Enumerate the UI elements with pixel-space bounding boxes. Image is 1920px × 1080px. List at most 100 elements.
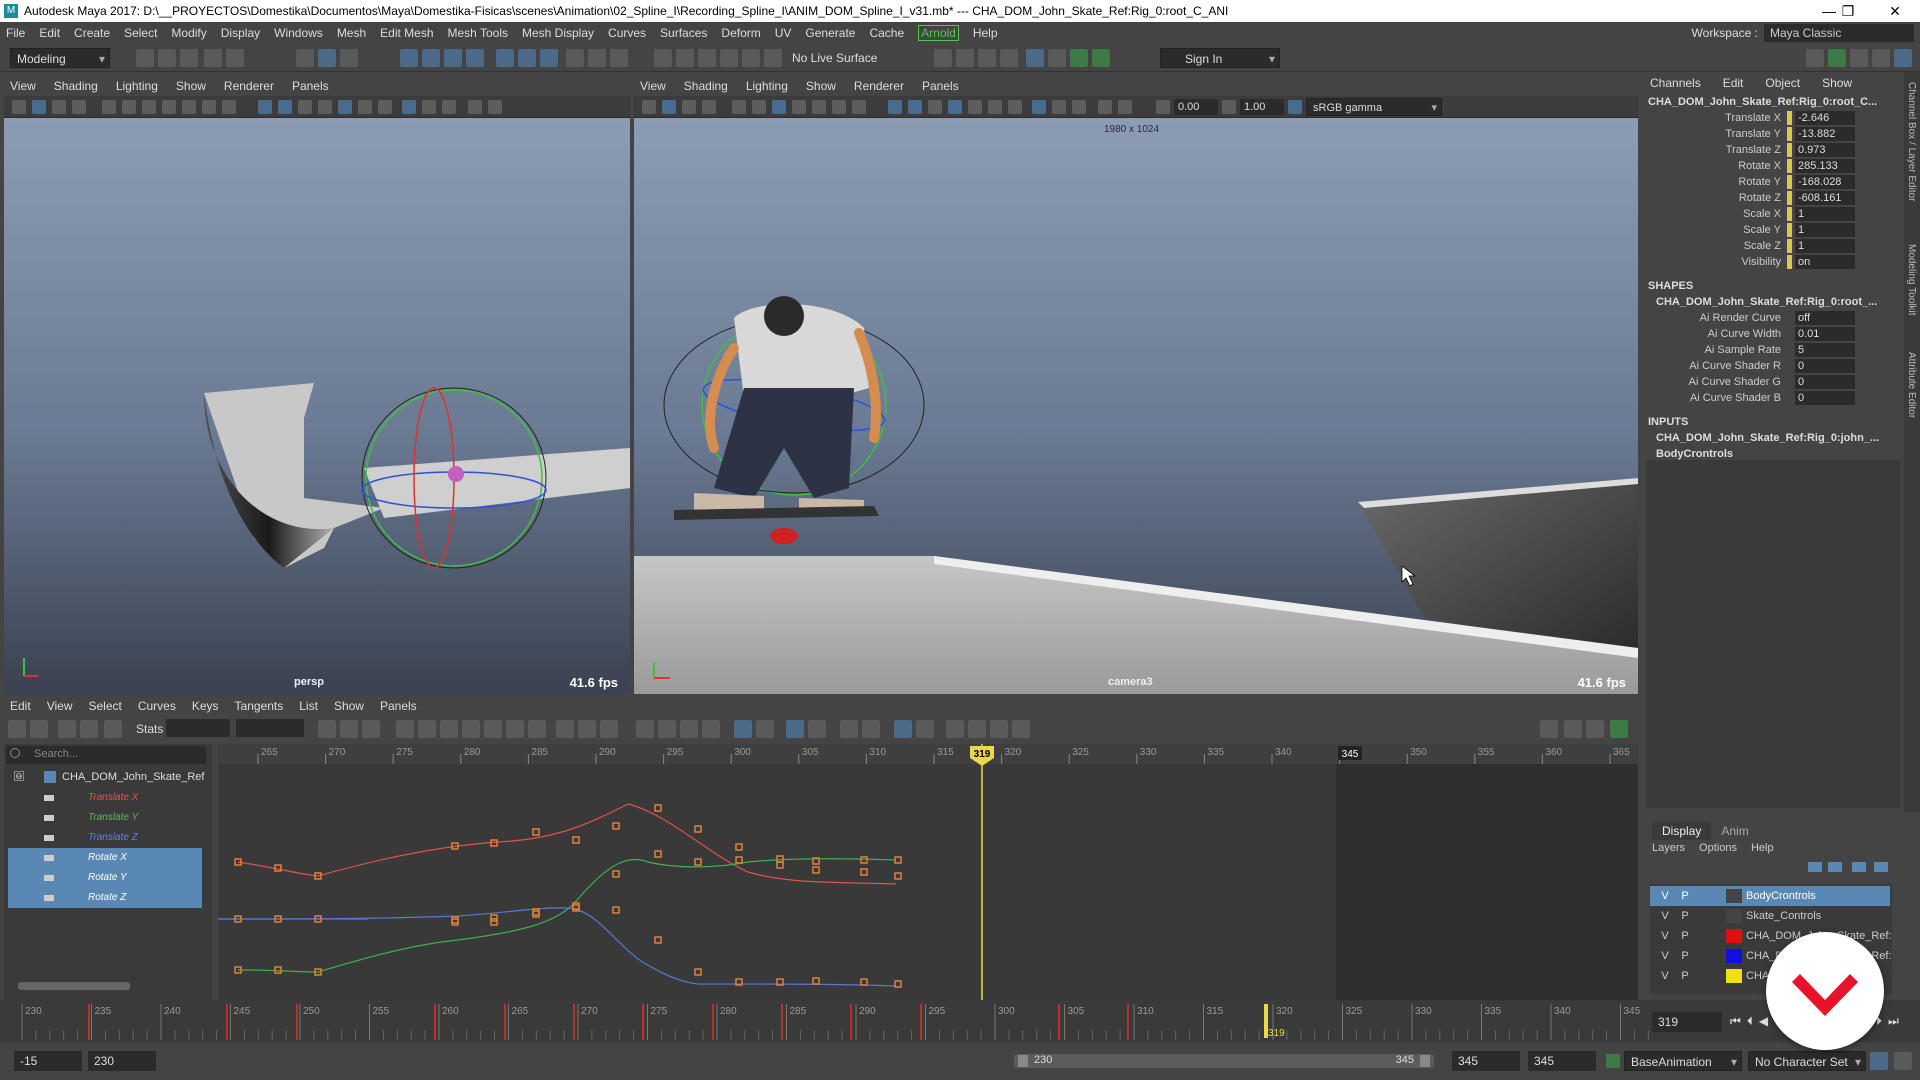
keyframe-point[interactable] [776,855,784,863]
isolate-select-icon[interactable] [1098,100,1112,114]
bookmark-icon[interactable] [52,100,66,114]
new-scene-icon[interactable] [136,49,154,67]
menu-mesh-display[interactable]: Mesh Display [522,26,594,40]
keyframe-point[interactable] [776,861,784,869]
shape-attr-row[interactable]: Ai Curve Width 0.01 [1642,326,1904,342]
paint-select-icon[interactable] [698,49,716,67]
spline-tangent-icon[interactable] [418,720,436,738]
animation-start-field[interactable]: -15 [14,1051,82,1071]
playback-end-field[interactable]: 345 [1452,1051,1520,1071]
vp-menu-lighting[interactable]: Lighting [116,79,158,93]
cb-menu-channels[interactable]: Channels [1650,76,1701,90]
image-plane-icon[interactable] [72,100,86,114]
close-button[interactable]: ✕ [1872,0,1918,22]
pre-infinity-icon[interactable] [702,720,720,738]
auto-load-icon[interactable] [786,720,804,738]
modeling-toolkit-icon[interactable] [1070,49,1088,67]
motion-blur-icon[interactable] [422,100,436,114]
field-chart-icon[interactable] [182,100,196,114]
film-gate-icon[interactable] [122,100,136,114]
range-start-handle[interactable] [1018,1055,1028,1067]
retime-tool-icon[interactable] [104,720,122,738]
vp-menu-panels[interactable]: Panels [922,79,959,93]
ge-menu-view[interactable]: View [47,699,73,713]
keyframe-point[interactable] [532,828,540,836]
vp-menu-view[interactable]: View [640,79,666,93]
ge-menu-list[interactable]: List [299,699,318,713]
sign-in-button[interactable]: Sign In [1160,48,1280,69]
shape-attr-row[interactable]: Ai Render Curve off [1642,310,1904,326]
keyframe-point[interactable] [274,864,282,872]
move-layer-up-icon[interactable] [1808,862,1822,872]
step-next-tangent-icon[interactable] [528,720,546,738]
undo-icon[interactable] [204,49,222,67]
shape-attr-row[interactable]: Ai Curve Shader B0 [1642,390,1904,406]
tab-display[interactable]: Display [1652,822,1712,840]
ge-menu-select[interactable]: Select [88,699,121,713]
keyframe-point[interactable] [654,936,662,944]
smooth-shade-icon[interactable] [908,100,922,114]
select-hierarchy-icon[interactable] [296,49,314,67]
shape-attr-row[interactable]: Ai Sample Rate 5 [1642,342,1904,358]
construction-history-icon[interactable] [566,49,584,67]
motion-blur-icon[interactable] [1052,100,1066,114]
safe-title-icon[interactable] [222,100,236,114]
ipr-render-icon[interactable] [956,49,974,67]
keyframe-point[interactable] [735,856,743,864]
outliner-channel-item[interactable]: Rotate Y [8,868,202,888]
menu-select[interactable]: Select [124,26,157,40]
reflection-icon[interactable] [764,49,782,67]
live-surface-label[interactable]: No Live Surface [792,51,877,65]
clamped-tangent-icon[interactable] [440,720,458,738]
outliner-h-scrollbar[interactable] [18,982,130,990]
gate-mask-icon[interactable] [162,100,176,114]
use-default-material-icon[interactable] [928,100,942,114]
menu-edit[interactable]: Edit [39,26,60,40]
anti-aliasing-icon[interactable] [442,100,456,114]
exposure-field[interactable]: 0.00 [1174,99,1218,115]
keyframe-point[interactable] [654,850,662,858]
time-slider[interactable]: 230 235 240 245 250 255 260 265 270 275 280 285 290 2… [0,1000,1920,1042]
vp-menu-lighting[interactable]: Lighting [746,79,788,93]
attribute-editor-icon[interactable] [1828,49,1846,67]
save-scene-icon[interactable] [180,49,198,67]
cb-shape-name[interactable]: CHA_DOM_John_Skate_Ref:Rig_0:root_... [1642,294,1904,310]
workspace-dropdown[interactable]: Maya Classic [1764,24,1914,42]
keyframe-point[interactable] [812,866,820,874]
animation-end-field[interactable]: 345 [1528,1051,1596,1071]
anim-layer-dropdown[interactable]: BaseAnimation [1624,1051,1742,1072]
channel-row[interactable]: Visibility on [1642,254,1904,270]
current-frame-field[interactable]: 319 [1652,1012,1722,1032]
time-editor-icon[interactable] [1610,720,1628,738]
redo-icon[interactable] [226,49,244,67]
channel-row[interactable]: Rotate X 285.133 [1642,158,1904,174]
move-view-icon[interactable] [1540,720,1558,738]
channel-box-toggle-icon[interactable] [1092,49,1110,67]
outliner-channel-item[interactable]: Rotate X [8,848,202,868]
break-tangent-icon[interactable] [578,720,596,738]
plateau-tangent-icon[interactable] [556,720,574,738]
xray-icon[interactable] [488,100,502,114]
wireframe-icon[interactable] [258,100,272,114]
cb-input-item[interactable]: CHA_DOM_John_Skate_Ref:Rig_0:john_... [1642,430,1904,446]
ge-menu-curves[interactable]: Curves [138,699,176,713]
tab-modeling-toolkit[interactable]: Modeling Toolkit [1906,244,1917,316]
curve-rotate-y[interactable] [237,858,897,973]
channel-row[interactable]: Translate X -2.646 [1642,110,1904,126]
menu-file[interactable]: File [6,26,25,40]
view-transform-dropdown[interactable]: sRGB gamma [1306,98,1442,117]
ge-menu-show[interactable]: Show [334,699,364,713]
menu-display[interactable]: Display [221,26,260,40]
select-object-icon[interactable] [318,49,336,67]
keyframe-point[interactable] [490,918,498,926]
animation-preferences-icon[interactable] [1894,1052,1912,1070]
step-tangent-icon[interactable] [506,720,524,738]
tab-anim[interactable]: Anim [1711,822,1758,840]
move-layer-down-icon[interactable] [1828,862,1842,872]
lock-icon[interactable] [588,49,606,67]
vp-menu-panels[interactable]: Panels [292,79,329,93]
image-plane-icon[interactable] [702,100,716,114]
channel-row[interactable]: Scale Y1 [1642,222,1904,238]
keyframe-point[interactable] [612,906,620,914]
wireframe-icon[interactable] [888,100,902,114]
